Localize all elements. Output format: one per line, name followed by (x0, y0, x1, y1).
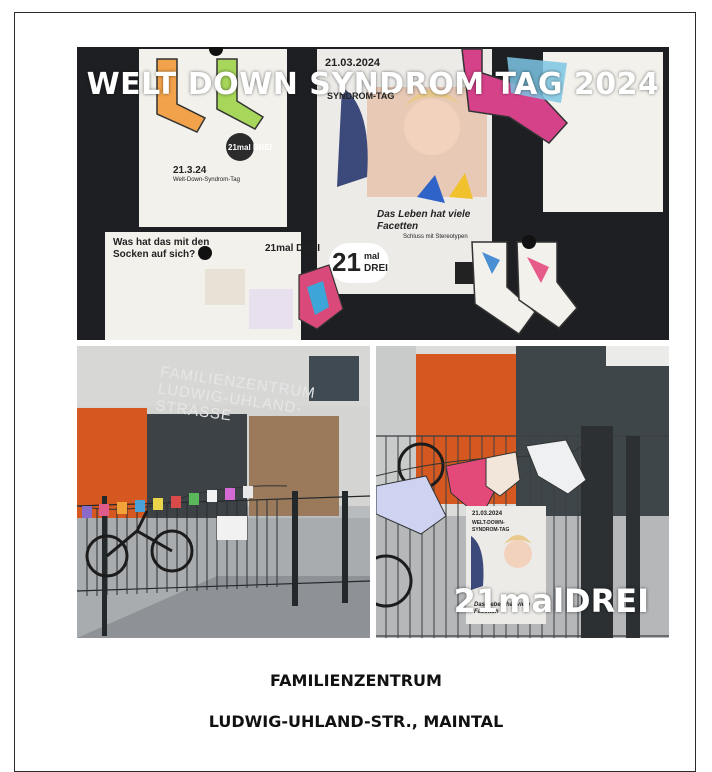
poster-socks-brand: 21mal DREI (265, 243, 321, 254)
gate-poster-line1: WELT-DOWN- (472, 520, 505, 526)
poster-main-date: 21.03.2024 (325, 57, 381, 69)
poster-socks-heading: Was hat das mit den Socken auf sich? (113, 237, 210, 260)
poster-main-slogan: Das Leben hat viele Facetten (377, 209, 471, 232)
poster-main-brand-drei: DREI (364, 263, 388, 274)
gate-poster-date: 21.03.2024 (472, 511, 503, 517)
caption-address: LUDWIG-UHLAND-STR., MAINTAL (208, 712, 504, 731)
poster-main-brand-mal: mal (364, 251, 380, 261)
photo-gate: 21.03.2024 WELT-DOWN- SYNDROM-TAG Das Le… (376, 346, 669, 638)
photo-pinboard: WELT DOWN SYNDROM TAG 2024 21.03.2024 SY… (77, 47, 669, 340)
poster-left-line: Welt-Down-Syndrom-Tag (173, 177, 240, 183)
caption-title: FAMILIENZENTRUM (270, 671, 442, 690)
overlay-brand: 21malDREI (453, 582, 649, 620)
poster-left-brand: 21mal DREI (228, 143, 273, 152)
gate-poster-line2: SYNDROM-TAG (472, 527, 510, 533)
poster-main-line2: SYNDROM-TAG (327, 91, 395, 101)
poster-main-subline: Schluss mit Stereotypen (403, 234, 468, 240)
poster-left-date: 21.3.24 (173, 165, 207, 176)
photo-building: FAMILIENZENTRUM LUDWIG-UHLAND-STRASSE (77, 346, 370, 638)
poster-main-brand-num: 21 (332, 247, 361, 277)
photo-collage: WELT DOWN SYNDROM TAG 2024 21.03.2024 SY… (77, 47, 669, 638)
